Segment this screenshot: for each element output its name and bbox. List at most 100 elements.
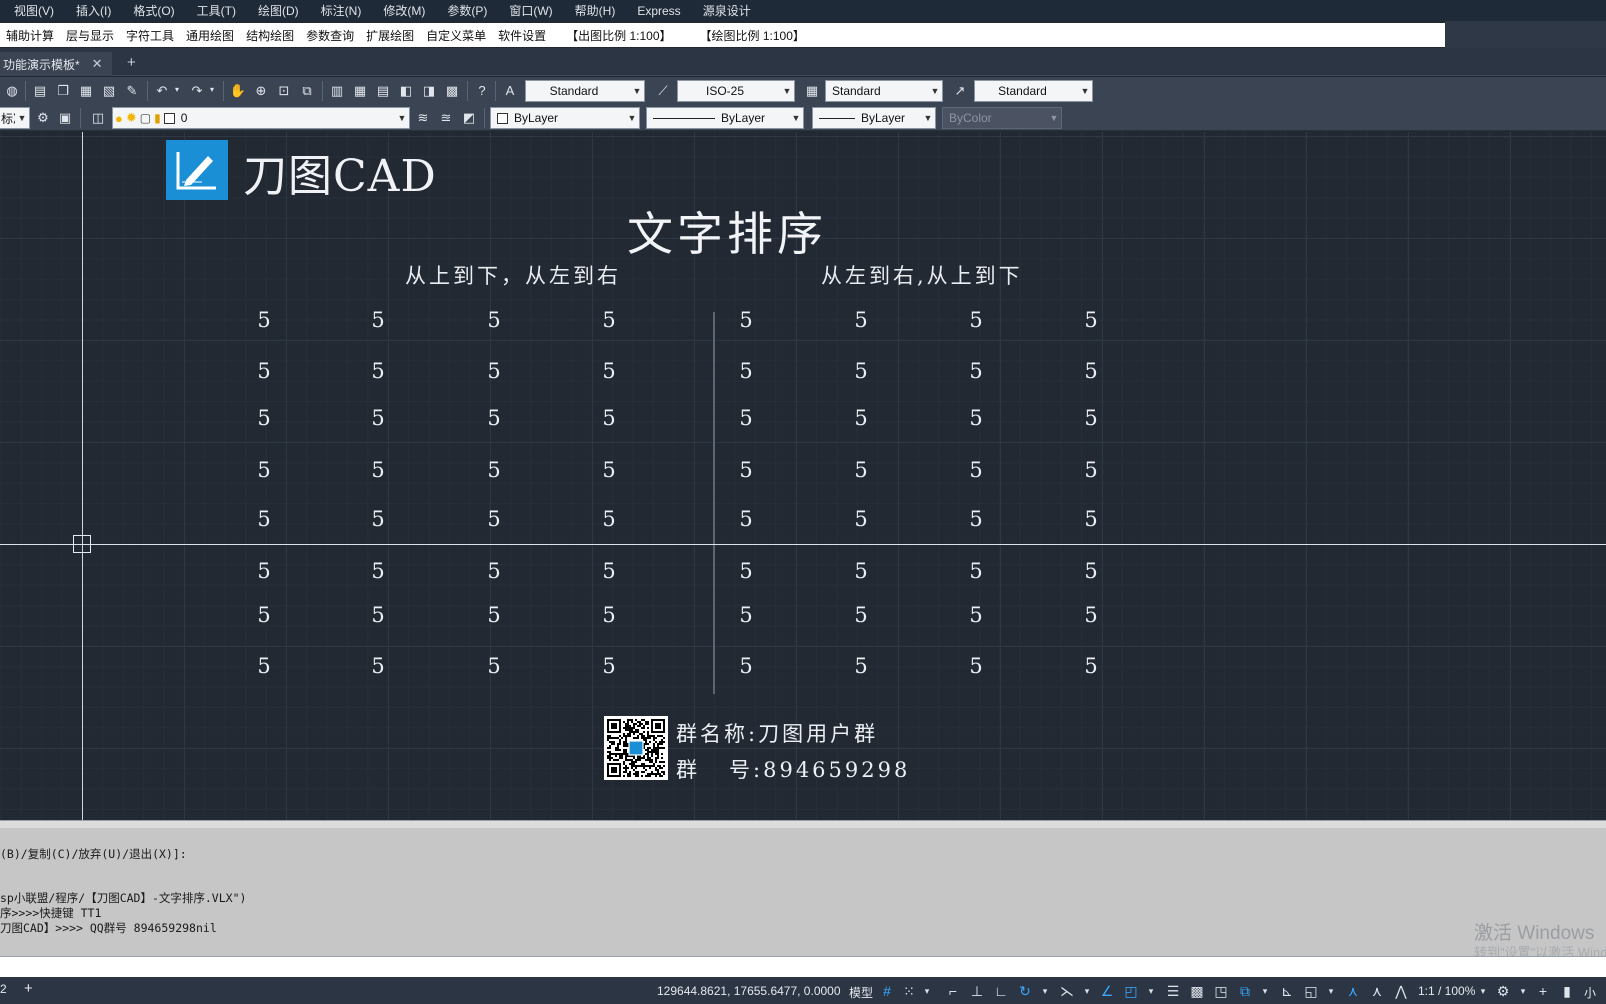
tool-palettes-icon[interactable]: ▤ bbox=[374, 81, 392, 99]
plugin-menu-item-5[interactable]: 参数查询 bbox=[300, 27, 360, 44]
table-style-icon[interactable]: ▦ bbox=[803, 81, 821, 99]
workspace-settings-icon[interactable]: ▣ bbox=[56, 108, 74, 126]
table-style-select[interactable]: Standard ▼ bbox=[825, 80, 943, 102]
zoom-window-icon[interactable]: ⊡ bbox=[275, 81, 293, 99]
menu-item-7[interactable]: 参数(P) bbox=[436, 2, 498, 19]
properties-icon[interactable]: ▥ bbox=[328, 81, 346, 99]
snap-icon[interactable]: ⁙ bbox=[900, 982, 918, 1000]
isodraft-icon[interactable]: ⋋ bbox=[1058, 982, 1076, 1000]
lineweight-select[interactable]: ByLayer ▼ bbox=[812, 107, 936, 129]
document-tab-active[interactable]: 功能演示模板* ✕ bbox=[0, 52, 112, 76]
plus-icon[interactable]: + bbox=[1534, 982, 1552, 1000]
drawing-canvas[interactable]: 刀图CAD 文字排序 从上到下，从左到右 从左到右,从上到下 5 5 5 5 5 5 5 5 5… bbox=[0, 132, 1606, 820]
plugin-menu-item-7[interactable]: 自定义菜单 bbox=[420, 27, 492, 44]
help-icon[interactable]: ? bbox=[473, 81, 491, 99]
selection-filter-icon[interactable]: ◱ bbox=[1302, 982, 1320, 1000]
plugin-menu-item-4[interactable]: 结构绘图 bbox=[240, 27, 300, 44]
pan-hand-icon[interactable]: ✋ bbox=[229, 81, 247, 99]
model-space-toggle[interactable]: 模型 bbox=[849, 984, 873, 1001]
3d-object-snap-icon[interactable]: ⧉ bbox=[1236, 982, 1254, 1000]
ortho-icon[interactable]: ∟ bbox=[992, 982, 1010, 1000]
chevron-down-icon[interactable]: ▾ bbox=[1474, 982, 1492, 1000]
dimension-style-select[interactable]: ISO-25 ▼ bbox=[677, 80, 795, 102]
drawing-scale-button[interactable]: 【绘图比例 1:100】 bbox=[686, 27, 819, 44]
gear-icon[interactable]: ⚙ bbox=[34, 108, 52, 126]
text-style-icon[interactable]: A bbox=[501, 81, 519, 99]
menu-item-8[interactable]: 窗口(W) bbox=[498, 2, 563, 19]
close-tab-icon[interactable]: ✕ bbox=[92, 56, 103, 72]
menu-item-6[interactable]: 修改(M) bbox=[372, 2, 436, 19]
dimension-style-icon[interactable]: ⟋ bbox=[654, 81, 672, 99]
plugin-menu-item-2[interactable]: 字符工具 bbox=[120, 27, 180, 44]
color-select[interactable]: ByLayer ▼ bbox=[490, 107, 640, 129]
zoom-previous-icon[interactable]: ⧉ bbox=[298, 81, 316, 99]
menu-item-0[interactable]: 视图(V) bbox=[0, 2, 65, 19]
plugin-menu-item-1[interactable]: 层与显示 bbox=[60, 27, 120, 44]
undo-icon[interactable]: ↶ bbox=[153, 81, 171, 99]
output-scale-button[interactable]: 【出图比例 1:100】 bbox=[552, 27, 685, 44]
command-input[interactable] bbox=[0, 956, 1606, 977]
grid-icon[interactable]: # bbox=[878, 982, 896, 1000]
layer-properties-icon[interactable]: ◫ bbox=[89, 108, 107, 126]
user-fragment[interactable]: 小 bbox=[1584, 984, 1596, 1001]
workspace-select[interactable]: 标准 ▼ bbox=[0, 107, 30, 129]
auto-scale-icon[interactable]: ⋏ bbox=[1368, 982, 1386, 1000]
dynamic-ucs-icon[interactable]: ⊾ bbox=[1278, 982, 1296, 1000]
chevron-down-icon[interactable]: ▾ bbox=[1036, 982, 1054, 1000]
menu-item-3[interactable]: 工具(T) bbox=[186, 2, 247, 19]
multileader-style-icon[interactable]: ↗ bbox=[951, 81, 969, 99]
chevron-down-icon[interactable]: ▾ bbox=[1256, 982, 1274, 1000]
chevron-down-icon[interactable]: ▾ bbox=[1142, 982, 1160, 1000]
dynamic-input-icon[interactable]: ⊥ bbox=[968, 982, 986, 1000]
menu-item-1[interactable]: 插入(I) bbox=[65, 2, 122, 19]
isolate-objects-icon[interactable]: ▮ bbox=[1558, 982, 1576, 1000]
linetype-select[interactable]: ByLayer ▼ bbox=[646, 107, 804, 129]
zoom-realtime-icon[interactable]: ⊕ bbox=[252, 81, 270, 99]
selection-cycling-icon[interactable]: ◳ bbox=[1212, 982, 1230, 1000]
chevron-down-icon[interactable]: ▾ bbox=[1078, 982, 1096, 1000]
add-tab-icon[interactable]: + bbox=[127, 54, 136, 71]
command-window-splitter[interactable] bbox=[0, 820, 1606, 828]
redo-dropdown-chevron-icon[interactable]: ▾ bbox=[207, 81, 217, 99]
sheet-set-icon[interactable]: ◧ bbox=[397, 81, 415, 99]
annotation-visibility-icon[interactable]: ⋏ bbox=[1344, 982, 1362, 1000]
menu-item-2[interactable]: 格式(O) bbox=[122, 2, 185, 19]
undo-dropdown-chevron-icon[interactable]: ▾ bbox=[172, 81, 182, 99]
menu-item-10[interactable]: Express bbox=[626, 4, 691, 18]
match-properties-icon[interactable]: ✎ bbox=[123, 81, 141, 99]
lineweight-display-icon[interactable]: ☰ bbox=[1164, 982, 1182, 1000]
new-file-icon[interactable]: ▤ bbox=[31, 81, 49, 99]
object-snap-icon[interactable]: ◰ bbox=[1122, 982, 1140, 1000]
plugin-menu-item-0[interactable]: 辅助计算 bbox=[0, 27, 60, 44]
multileader-style-select[interactable]: Standard ▼ bbox=[974, 80, 1093, 102]
layer-select[interactable]: ● ✹ ▢ ▮ 0 ▼ bbox=[112, 107, 410, 129]
add-layout-icon[interactable]: + bbox=[24, 980, 33, 997]
chevron-down-icon[interactable]: ▾ bbox=[1322, 982, 1340, 1000]
polar-tracking-icon[interactable]: ↻ bbox=[1016, 982, 1034, 1000]
app-globe-icon[interactable]: ◍ bbox=[3, 81, 21, 99]
design-center-icon[interactable]: ▦ bbox=[351, 81, 369, 99]
paste-icon[interactable]: ▦ bbox=[77, 81, 95, 99]
copy-with-basepoint-icon[interactable]: ▧ bbox=[100, 81, 118, 99]
plugin-menu-item-8[interactable]: 软件设置 bbox=[492, 27, 552, 44]
annotation-scale-icon[interactable]: ⋀ bbox=[1392, 982, 1410, 1000]
layer-previous-icon[interactable]: ≊ bbox=[437, 108, 455, 126]
chevron-down-icon[interactable]: ▾ bbox=[918, 982, 936, 1000]
text-style-select[interactable]: Standard ▼ bbox=[525, 80, 645, 102]
make-current-layer-icon[interactable]: ≋ bbox=[414, 108, 432, 126]
infer-constraints-icon[interactable]: ⌐ bbox=[944, 982, 962, 1000]
chevron-down-icon[interactable]: ▾ bbox=[1514, 982, 1532, 1000]
redo-icon[interactable]: ↷ bbox=[188, 81, 206, 99]
annotation-scale-value[interactable]: 1:1 / 100% bbox=[1418, 984, 1475, 998]
menu-item-4[interactable]: 绘图(D) bbox=[247, 2, 310, 19]
calculator-icon[interactable]: ▩ bbox=[443, 81, 461, 99]
markup-icon[interactable]: ◨ bbox=[420, 81, 438, 99]
menu-item-11[interactable]: 源泉设计 bbox=[692, 2, 762, 19]
gear-icon[interactable]: ⚙ bbox=[1494, 982, 1512, 1000]
menu-item-9[interactable]: 帮助(H) bbox=[564, 2, 627, 19]
plugin-menu-item-6[interactable]: 扩展绘图 bbox=[360, 27, 420, 44]
layer-states-icon[interactable]: ◩ bbox=[460, 108, 478, 126]
layout-tab-fragment[interactable]: 2 bbox=[0, 982, 7, 996]
copy-icon[interactable]: ❐ bbox=[54, 81, 72, 99]
object-snap-tracking-icon[interactable]: ∠ bbox=[1098, 982, 1116, 1000]
